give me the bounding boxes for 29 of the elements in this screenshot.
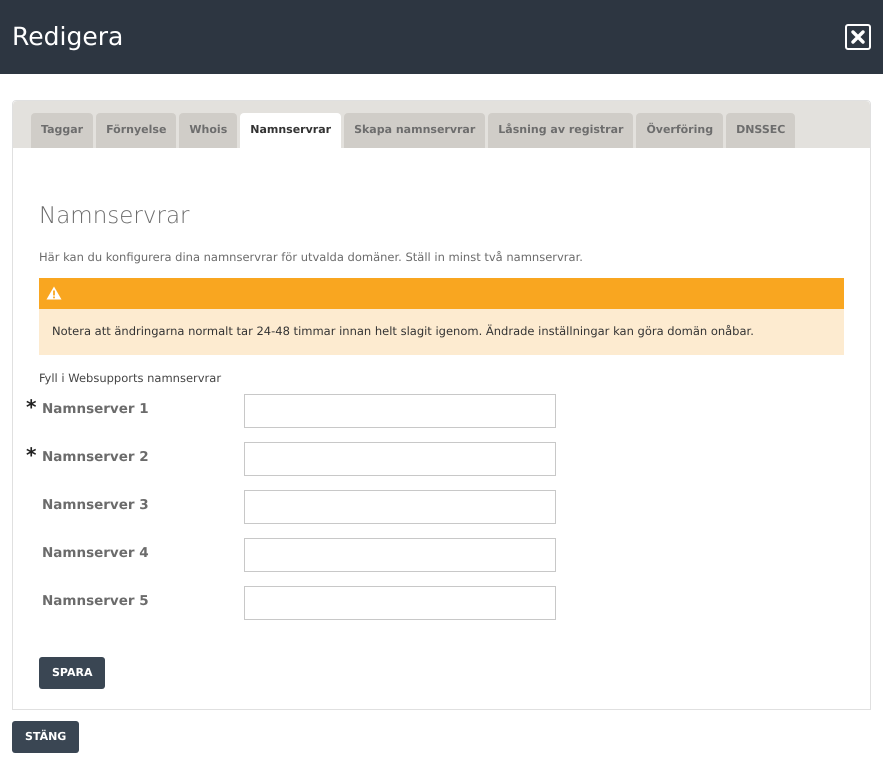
section-heading: Namnservrar	[39, 203, 190, 231]
field-label: Namnserver 3	[41, 496, 150, 516]
warning-message: Notera att ändringarna normalt tar 24-48 timmar innan helt slagit igenom. Ändrade inställningar kan göra domän onåbar.	[39, 308, 844, 356]
tab[interactable]: Whois	[179, 113, 238, 148]
input-field[interactable]	[244, 586, 556, 620]
input-field[interactable]	[244, 538, 556, 572]
input-field[interactable]	[244, 490, 556, 524]
field-label: Namnserver 4	[41, 544, 150, 564]
tab[interactable]: Överföring	[636, 113, 724, 148]
tab[interactable]: Namnservrar	[240, 113, 342, 148]
tab[interactable]: DNSSEC	[726, 113, 796, 148]
warning-icon	[46, 286, 62, 300]
save-button[interactable]: SPARA	[39, 657, 106, 690]
input-field[interactable]	[244, 442, 556, 476]
close-icon[interactable]	[845, 24, 871, 50]
tab[interactable]: Förnyelse	[96, 113, 176, 148]
field-label: Namnserver 2	[41, 448, 150, 468]
required-mark: *	[26, 397, 36, 418]
required-mark: *	[26, 445, 36, 466]
field-label: Namnserver 5	[41, 592, 150, 612]
form-caption: Fyll i Websupports namnservrar	[39, 370, 222, 388]
input-field[interactable]	[244, 394, 556, 428]
tab[interactable]: Låsning av registrar	[488, 113, 634, 148]
dialog-title: Redigera	[12, 21, 124, 54]
tab[interactable]: Skapa namnservrar	[344, 113, 486, 148]
close-button[interactable]: STÄNG	[12, 721, 80, 753]
field-label: Namnserver 1	[41, 400, 150, 420]
tab[interactable]: Taggar	[31, 113, 94, 148]
description-text: Här kan du konfigurera dina namnservrar för utvalda domäner. Ställ in minst två namnservrar.	[39, 248, 584, 266]
